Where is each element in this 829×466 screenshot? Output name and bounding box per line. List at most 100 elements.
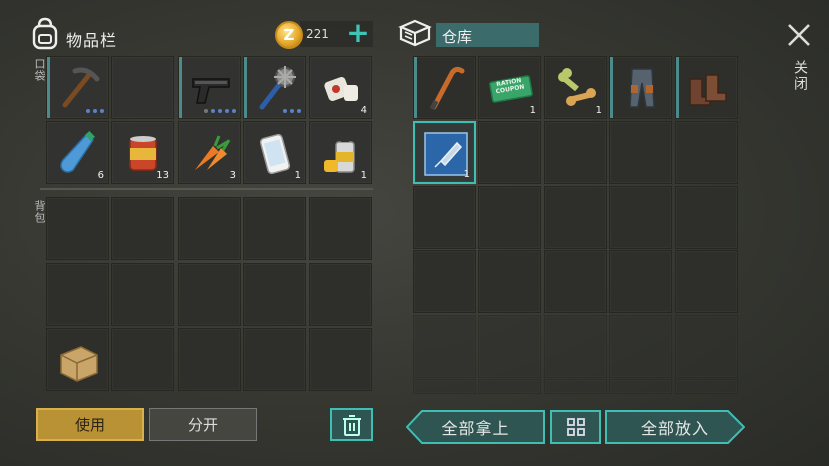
storage-slot[interactable]: 1 (413, 121, 476, 184)
trash-icon (342, 414, 361, 436)
sort-grid-button[interactable] (550, 410, 601, 444)
storage-slot[interactable] (544, 379, 607, 394)
storage-slot[interactable] (609, 315, 672, 378)
backpack-slot[interactable] (178, 263, 241, 326)
spiked-mace-icon (259, 66, 296, 110)
backpack-slot[interactable] (46, 197, 109, 260)
take-all-button[interactable]: 全部拿上 (406, 410, 545, 444)
storage-slot[interactable] (544, 121, 607, 184)
backpack-slot[interactable] (111, 263, 174, 326)
pocket-label: 口袋 (33, 58, 46, 82)
backpack-slot[interactable] (309, 263, 372, 326)
backpack-slot[interactable] (309, 197, 372, 260)
durability-bar (414, 57, 417, 118)
backpack-slot[interactable] (243, 263, 306, 326)
take-all-label: 全部拿上 (441, 419, 510, 438)
pocket-slot[interactable]: 1 (309, 121, 372, 184)
durability-bar (676, 57, 679, 118)
pocket-slot[interactable]: 6 (46, 121, 109, 184)
bandage-icon (324, 76, 358, 102)
quality-dots (204, 109, 236, 113)
storage-slot[interactable] (478, 121, 541, 184)
armored-pants-icon (629, 68, 655, 108)
storage-slot[interactable] (478, 379, 541, 394)
trash-button[interactable] (330, 408, 373, 441)
pocket-slot[interactable] (178, 56, 241, 119)
item-count: 3 (229, 170, 236, 181)
backpack-slot[interactable] (46, 263, 109, 326)
pocket-slot[interactable]: 4 (309, 56, 372, 119)
backpack-slot[interactable] (309, 328, 372, 391)
storage-slot[interactable] (413, 56, 476, 119)
storage-slot[interactable] (413, 186, 476, 249)
put-all-label: 全部放入 (640, 419, 709, 438)
storage-slot[interactable] (609, 250, 672, 313)
carrot-icon (195, 135, 231, 170)
storage-slot[interactable] (413, 315, 476, 378)
storage-slot[interactable] (675, 379, 738, 394)
pocket-slot[interactable]: 1 (243, 121, 306, 184)
put-all-button[interactable]: 全部放入 (605, 410, 745, 444)
quality-dot (290, 109, 294, 113)
storage-slot[interactable] (609, 56, 672, 119)
storage-crate-icon (398, 19, 432, 47)
quality-dots (86, 109, 104, 113)
durability-bar (179, 57, 182, 118)
backpack-slot[interactable] (243, 328, 306, 391)
water-bottle-icon (60, 131, 95, 173)
storage-slot[interactable] (675, 56, 738, 119)
use-button[interactable]: 使用 (36, 408, 144, 441)
smartphone-icon (259, 133, 291, 175)
backpack-slot[interactable] (243, 197, 306, 260)
item-count: 1 (529, 105, 536, 116)
pocket-slot[interactable] (46, 56, 109, 119)
add-coins-button[interactable]: + (345, 19, 371, 47)
backpack-slot[interactable] (111, 328, 174, 391)
storage-slot[interactable] (675, 315, 738, 378)
storage-slot[interactable] (675, 250, 738, 313)
storage-slot[interactable] (544, 250, 607, 313)
quality-dot (283, 109, 287, 113)
close-icon[interactable] (786, 22, 812, 48)
storage-slot[interactable]: 1 (544, 56, 607, 119)
storage-slot[interactable] (609, 121, 672, 184)
backpack-slot[interactable] (178, 328, 241, 391)
storage-slot[interactable] (413, 250, 476, 313)
backpack-slot[interactable] (46, 328, 109, 391)
quality-dot (204, 109, 208, 113)
storage-slot[interactable] (609, 186, 672, 249)
backpack-slot[interactable] (111, 197, 174, 260)
pocket-slot[interactable] (111, 56, 174, 119)
backpack-label: 背包 (33, 200, 46, 224)
close-label[interactable]: 关闭 (790, 60, 810, 92)
quality-dot (93, 109, 97, 113)
backpack-icon (32, 17, 58, 50)
boots-icon (689, 74, 727, 106)
storage-slot[interactable] (544, 186, 607, 249)
pocket-slot[interactable]: 3 (178, 121, 241, 184)
quality-dots (283, 109, 301, 113)
storage-slot[interactable] (413, 379, 476, 394)
spray-paint-icon (324, 135, 355, 173)
crowbar-icon (429, 66, 465, 111)
quality-dot (225, 109, 229, 113)
split-button[interactable]: 分开 (149, 408, 257, 441)
item-count: 13 (156, 170, 169, 181)
storage-slot[interactable] (478, 250, 541, 313)
backpack-slot[interactable] (178, 197, 241, 260)
durability-bar (47, 57, 50, 118)
storage-slot[interactable] (478, 186, 541, 249)
storage-slot[interactable] (478, 315, 541, 378)
coin-icon: Z (275, 21, 303, 49)
storage-slot[interactable] (675, 121, 738, 184)
section-divider (40, 188, 373, 190)
storage-slot[interactable]: 1 RATION COUPON (478, 56, 541, 119)
quality-dot (211, 109, 215, 113)
storage-slot[interactable] (544, 315, 607, 378)
storage-slot[interactable] (609, 379, 672, 394)
item-count: 1 (463, 169, 470, 180)
pocket-slot[interactable]: 13 (111, 121, 174, 184)
cardboard-box-icon (60, 346, 98, 382)
pocket-slot[interactable] (243, 56, 306, 119)
storage-slot[interactable] (675, 186, 738, 249)
